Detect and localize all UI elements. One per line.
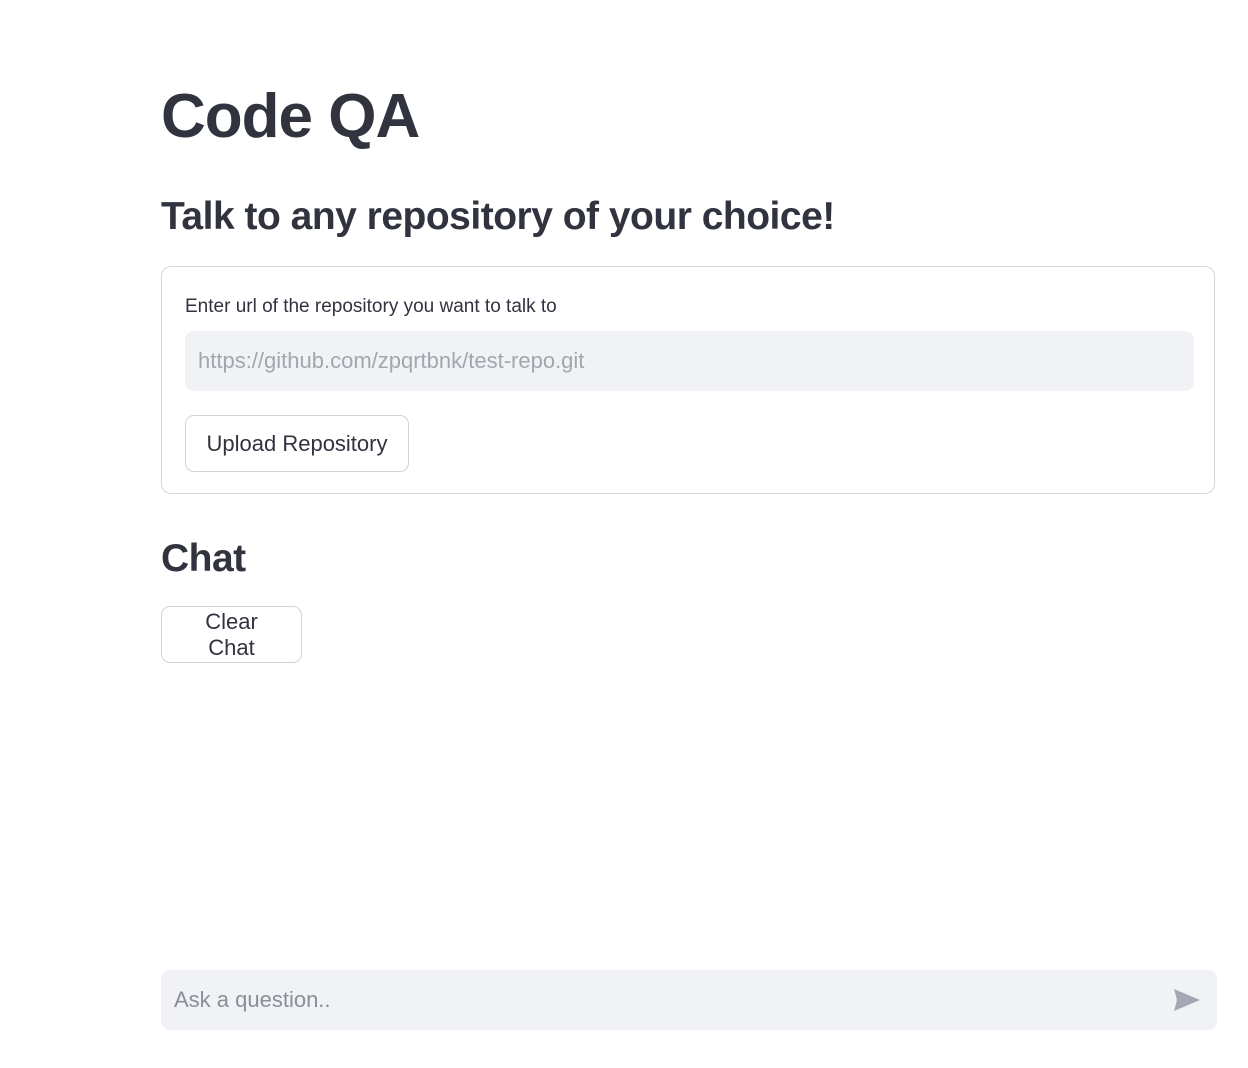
- repository-form: Enter url of the repository you want to …: [161, 266, 1215, 494]
- send-icon: [1174, 989, 1200, 1011]
- page-title: Code QA: [161, 82, 420, 151]
- chat-heading: Chat: [161, 537, 246, 580]
- clear-chat-button[interactable]: Clear Chat: [161, 606, 302, 663]
- repository-url-label: Enter url of the repository you want to …: [185, 296, 557, 317]
- page-subtitle: Talk to any repository of your choice!: [161, 195, 835, 238]
- chat-input-container: [161, 970, 1217, 1030]
- repository-url-input[interactable]: [185, 331, 1194, 391]
- upload-repository-button[interactable]: Upload Repository: [185, 415, 409, 472]
- send-button[interactable]: [1171, 984, 1203, 1016]
- chat-question-input[interactable]: [161, 970, 1141, 1030]
